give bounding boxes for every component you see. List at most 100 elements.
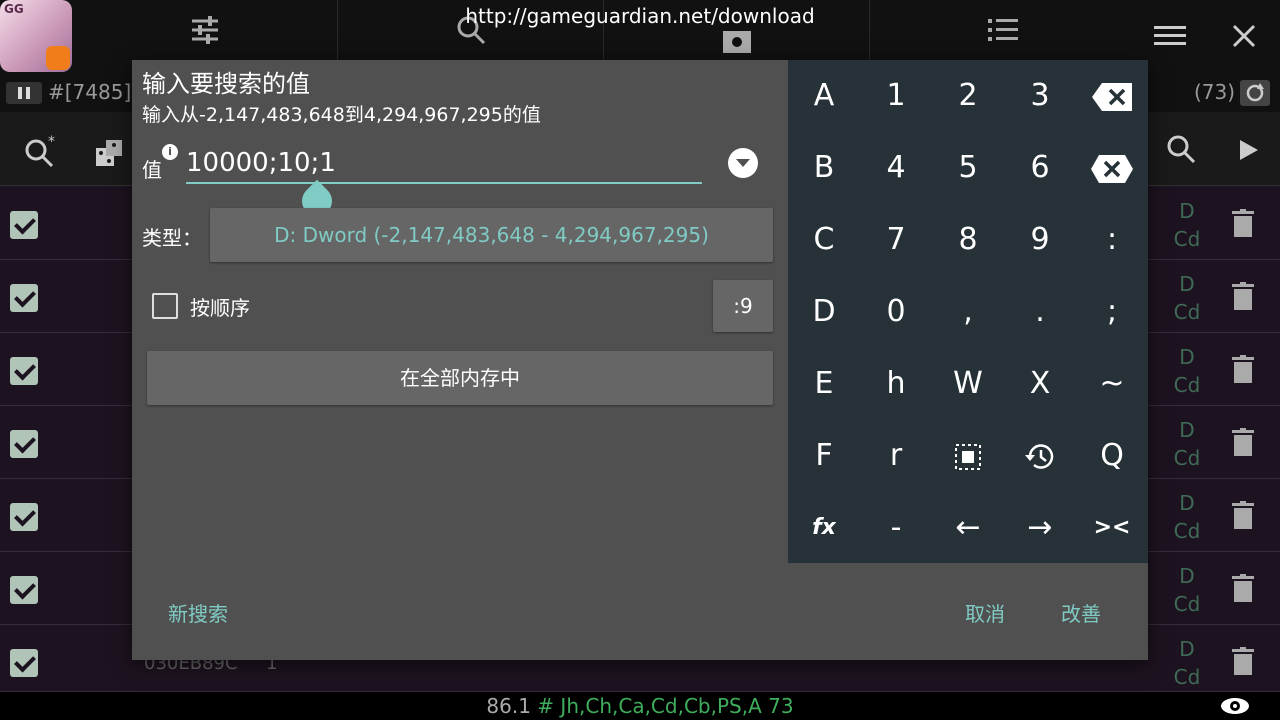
row-type: D Cd: [1173, 418, 1201, 470]
in-order-label: 按顺序: [190, 296, 250, 320]
memory-status-bar: 86.1 # Jh,Ch,Ca,Cd,Cb,PS,A 73: [0, 692, 1280, 720]
key-w[interactable]: W: [932, 348, 1004, 420]
row-checkbox[interactable]: [10, 430, 38, 458]
history-icon: [1025, 443, 1054, 469]
tab-list[interactable]: [870, 0, 1136, 60]
in-order-checkbox[interactable]: [152, 293, 178, 319]
cancel-button[interactable]: 取消: [965, 598, 1005, 627]
row-type: D Cd: [1173, 491, 1201, 543]
tab-settings[interactable]: [72, 0, 338, 60]
row-type: D Cd: [1173, 564, 1201, 616]
dialog-subtitle: 输入从-2,147,483,648到4,294,967,295的值: [142, 104, 541, 126]
key-5[interactable]: 5: [932, 132, 1004, 204]
key-f[interactable]: F: [788, 420, 860, 492]
row-type: D Cd: [1173, 345, 1201, 397]
hamburger-menu-icon[interactable]: [1154, 24, 1186, 48]
trash-icon[interactable]: [1232, 282, 1254, 310]
screen: GG http://gameguardian.net/download #[74…: [0, 0, 1280, 720]
key-h[interactable]: h: [860, 348, 932, 420]
key-left-arrow[interactable]: ←: [932, 492, 1004, 564]
search-value-input[interactable]: [186, 144, 702, 184]
trash-icon[interactable]: [1232, 428, 1254, 456]
value-type-selector[interactable]: D: Dword (-2,147,483,648 - 4,294,967,295…: [210, 208, 773, 262]
svg-text:*: *: [48, 134, 55, 150]
row-checkbox[interactable]: [10, 211, 38, 239]
pause-icon[interactable]: [6, 82, 42, 104]
key-a[interactable]: A: [788, 60, 860, 132]
key-7[interactable]: 7: [860, 204, 932, 276]
key-semicolon[interactable]: ;: [1076, 276, 1148, 348]
key-9[interactable]: 9: [1004, 204, 1076, 276]
backspace-icon: [1092, 82, 1132, 111]
history-dropdown-button[interactable]: [728, 148, 758, 178]
clear-key[interactable]: [1076, 132, 1148, 204]
key-x[interactable]: X: [1004, 348, 1076, 420]
key-e[interactable]: E: [788, 348, 860, 420]
key-8[interactable]: 8: [932, 204, 1004, 276]
key-tilde[interactable]: ~: [1076, 348, 1148, 420]
row-checkbox[interactable]: [10, 357, 38, 385]
list-icon: [988, 19, 1018, 41]
select-icon: [955, 443, 981, 470]
dialog-title: 输入要搜索的值: [142, 70, 310, 98]
backspace-key[interactable]: [1076, 60, 1148, 132]
key-comma[interactable]: ,: [932, 276, 1004, 348]
key-swap[interactable]: ><: [1076, 492, 1148, 564]
key-r[interactable]: r: [860, 420, 932, 492]
key-1[interactable]: 1: [860, 60, 932, 132]
key-2[interactable]: 2: [932, 60, 1004, 132]
key-b[interactable]: B: [788, 132, 860, 204]
status-hash: #: [537, 694, 555, 718]
value-label: 值: [142, 158, 162, 182]
row-checkbox[interactable]: [10, 503, 38, 531]
result-count: (73): [1194, 80, 1236, 104]
row-type: D Cd: [1173, 637, 1201, 689]
key-fx[interactable]: fx: [788, 492, 860, 564]
search-icon[interactable]: [1166, 134, 1196, 164]
memory-range-button[interactable]: 在全部内存中: [147, 351, 773, 405]
history-key[interactable]: [1004, 420, 1076, 492]
key-c[interactable]: C: [788, 204, 860, 276]
new-search-button[interactable]: 新搜索: [168, 598, 228, 627]
trash-icon[interactable]: [1232, 574, 1254, 602]
app-icon-label: GG: [4, 2, 24, 16]
search-dialog: 输入要搜索的值 输入从-2,147,483,648到4,294,967,295的…: [132, 60, 1148, 660]
trash-icon[interactable]: [1232, 501, 1254, 529]
trash-icon[interactable]: [1232, 355, 1254, 383]
key-6[interactable]: 6: [1004, 132, 1076, 204]
row-type: D Cd: [1173, 199, 1201, 251]
select-key[interactable]: [932, 420, 1004, 492]
play-icon[interactable]: [1238, 138, 1260, 162]
key-right-arrow[interactable]: →: [1004, 492, 1076, 564]
random-dice-icon[interactable]: [94, 138, 124, 168]
range-button[interactable]: :9: [713, 280, 773, 332]
trash-icon[interactable]: [1232, 209, 1254, 237]
sliders-icon: [191, 16, 218, 44]
fuzzy-search-icon[interactable]: *: [22, 134, 58, 170]
key-colon[interactable]: :: [1076, 204, 1148, 276]
key-3[interactable]: 3: [1004, 60, 1076, 132]
download-url: http://gameguardian.net/download: [465, 4, 815, 28]
type-label: 类型：: [142, 226, 202, 250]
key-d[interactable]: D: [788, 276, 860, 348]
key-minus[interactable]: -: [860, 492, 932, 564]
row-checkbox[interactable]: [10, 284, 38, 312]
app-badge-icon: [46, 46, 70, 70]
row-checkbox[interactable]: [10, 576, 38, 604]
saved-list-icon: [722, 31, 751, 53]
refine-button[interactable]: 改善: [1061, 598, 1101, 627]
eye-icon[interactable]: [1220, 696, 1250, 716]
refresh-icon[interactable]: [1240, 80, 1270, 106]
keypad: A 1 2 3 B 4 5 6 C 7 8 9 : D 0 , . ; E h …: [788, 60, 1148, 563]
key-4[interactable]: 4: [860, 132, 932, 204]
app-icon[interactable]: GG: [0, 0, 72, 72]
close-icon[interactable]: [1232, 24, 1256, 48]
info-icon[interactable]: i: [162, 144, 178, 160]
clear-icon: [1091, 154, 1133, 183]
row-type: D Cd: [1173, 272, 1201, 324]
key-0[interactable]: 0: [860, 276, 932, 348]
key-dot[interactable]: .: [1004, 276, 1076, 348]
row-checkbox[interactable]: [10, 649, 38, 677]
key-q[interactable]: Q: [1076, 420, 1148, 492]
trash-icon[interactable]: [1232, 647, 1254, 675]
